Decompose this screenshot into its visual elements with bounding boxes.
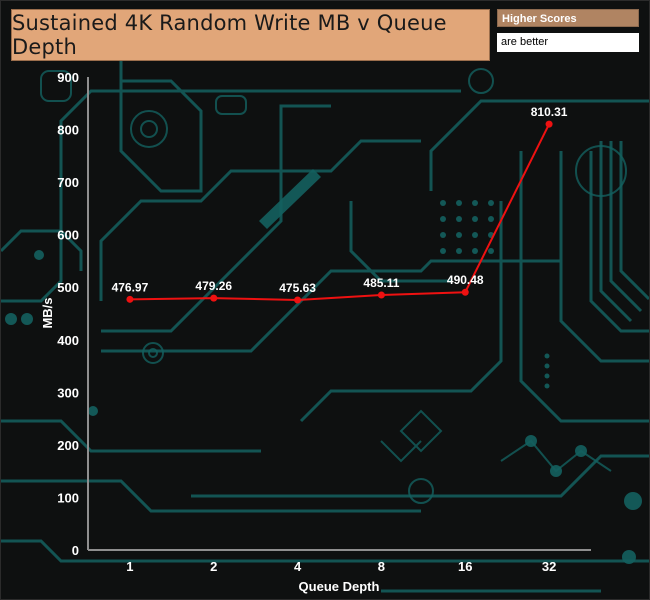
data-point [294, 296, 302, 304]
y-tick-label: 400 [57, 333, 79, 348]
y-tick-label: 0 [72, 543, 79, 558]
data-label: 810.31 [531, 105, 568, 119]
data-point [545, 120, 553, 128]
x-axis-title: Queue Depth [299, 579, 380, 594]
x-tick-label: 8 [378, 559, 385, 574]
y-tick-group: 0 100 200 300 400 500 600 700 800 900 [57, 70, 79, 558]
y-tick-label: 600 [57, 228, 79, 243]
y-tick-label: 500 [57, 280, 79, 295]
y-axis-title: MB/s [40, 297, 55, 328]
x-tick-label: 32 [542, 559, 556, 574]
data-point [126, 295, 134, 303]
y-tick-label: 200 [57, 438, 79, 453]
data-point [377, 291, 385, 299]
x-tick-label: 2 [210, 559, 217, 574]
data-label: 479.26 [195, 279, 232, 293]
x-tick-label: 1 [126, 559, 133, 574]
data-label: 485.11 [363, 276, 399, 290]
data-label: 490.48 [447, 273, 484, 287]
y-tick-label: 700 [57, 175, 79, 190]
x-tick-label: 4 [294, 559, 302, 574]
data-point [461, 288, 469, 296]
y-tick-label: 900 [57, 70, 79, 85]
y-tick-label: 800 [57, 123, 79, 138]
series-line [129, 123, 550, 302]
data-label: 476.97 [112, 280, 149, 294]
data-point [210, 294, 218, 302]
x-tick-label: 16 [458, 559, 472, 574]
plot-area: 0 100 200 300 400 500 600 700 800 900 1 2 4 8 16 32 47… [40, 70, 591, 594]
data-point-group [126, 120, 553, 304]
x-tick-group: 1 2 4 8 16 32 [126, 559, 556, 574]
y-tick-label: 300 [57, 385, 79, 400]
data-label-group: 476.97 479.26 475.63 485.11 490.48 810.31 [112, 105, 568, 295]
data-label: 475.63 [279, 281, 316, 295]
chart-frame: Sustained 4K Random Write MB v Queue Dep… [0, 0, 650, 600]
y-tick-label: 100 [57, 490, 79, 505]
